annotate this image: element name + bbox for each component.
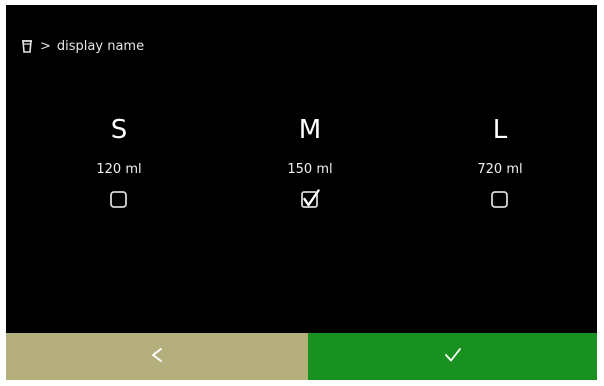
chevron-left-icon [150, 347, 164, 367]
size-volume: 150 ml [287, 162, 333, 177]
size-option-m[interactable]: M 150 ml [250, 113, 370, 211]
size-letter: M [298, 115, 322, 145]
size-volume: 120 ml [96, 162, 142, 177]
size-volume: 720 ml [477, 162, 523, 177]
size-option-s[interactable]: S 120 ml [59, 113, 179, 211]
size-option-l[interactable]: L 720 ml [440, 113, 560, 211]
size-s-checkbox[interactable] [108, 189, 130, 211]
screen: > display name S 120 ml M 150 ml L 720 m… [6, 5, 597, 380]
bottom-bar [6, 333, 597, 380]
cup-icon [20, 38, 34, 54]
confirm-button[interactable] [308, 333, 597, 380]
size-letter: L [492, 115, 508, 145]
breadcrumb-label: display name [56, 38, 145, 54]
size-letter: S [110, 115, 128, 145]
breadcrumb: > display name [20, 35, 144, 57]
checkmark-icon [444, 347, 462, 367]
size-m-checkbox[interactable] [299, 189, 321, 211]
size-l-checkbox[interactable] [489, 189, 511, 211]
back-button[interactable] [6, 333, 308, 380]
size-options: S 120 ml M 150 ml L 720 ml [6, 113, 597, 243]
breadcrumb-separator: > [40, 38, 51, 54]
